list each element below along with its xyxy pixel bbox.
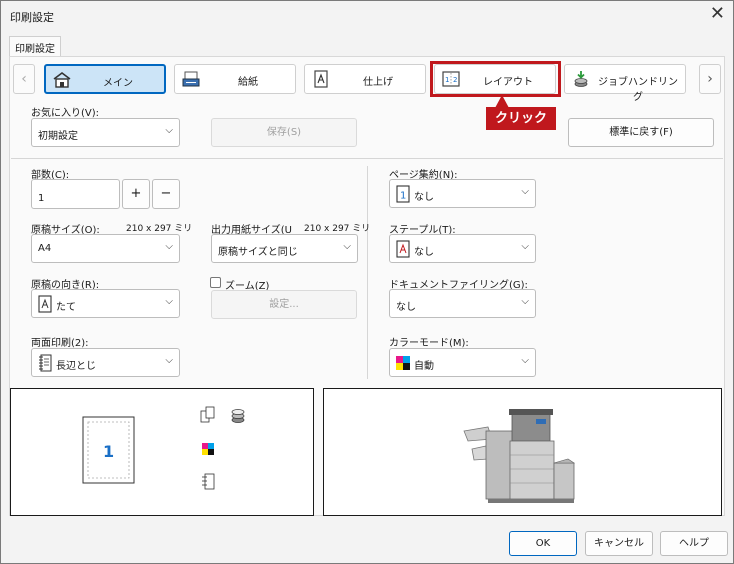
chevron-down-icon: ⌵	[521, 355, 529, 366]
chevron-down-icon: ⌵	[165, 355, 173, 366]
ribbon-next-button[interactable]: ›	[699, 64, 721, 94]
job-handling-icon	[574, 71, 588, 87]
copies-value: 1	[38, 193, 45, 204]
chevron-down-icon: ⌵	[521, 296, 529, 307]
print-settings-dialog: 印刷設定 ✕ 印刷設定 ‹ メイン 給紙 仕上げ 1 2 レイアウト ジョブハン…	[0, 0, 734, 564]
finishing-summary-icon	[200, 406, 215, 423]
ribbon-tab-paper[interactable]: 給紙	[174, 64, 296, 94]
portrait-page-icon	[38, 295, 52, 313]
one-up-icon: 1	[396, 185, 410, 203]
reset-defaults-button[interactable]: 標準に戻す(F)	[568, 118, 714, 147]
ribbon-tab-main[interactable]: メイン	[44, 64, 166, 94]
chevron-down-icon: ⌵	[165, 125, 173, 136]
chevron-down-icon: ⌵	[165, 241, 173, 252]
close-icon[interactable]: ✕	[710, 4, 725, 24]
no-staple-icon	[396, 240, 410, 258]
title-bar: 印刷設定 ✕	[1, 1, 733, 31]
favorites-value: 初期設定	[38, 131, 78, 142]
save-favorite-button[interactable]: 保存(S)	[211, 118, 357, 147]
n-up-select[interactable]: 1 なし ⌵	[389, 179, 536, 208]
chevron-down-icon: ⌵	[165, 296, 173, 307]
chevron-down-icon: ⌵	[521, 186, 529, 197]
staple-select[interactable]: なし ⌵	[389, 234, 536, 263]
zoom-settings-button[interactable]: 設定...	[211, 290, 357, 319]
original-size-select[interactable]: A4 ⌵	[31, 234, 180, 263]
zoom-checkbox[interactable]	[210, 277, 221, 288]
output-size-select[interactable]: 原稿サイズと同じ ⌵	[211, 234, 358, 263]
help-button[interactable]: ヘルプ	[660, 531, 728, 556]
window-title: 印刷設定	[10, 11, 54, 24]
chevron-down-icon: ⌵	[343, 241, 351, 252]
copies-decrement-button[interactable]: −	[152, 179, 180, 209]
color-mode-value: 自動	[414, 361, 434, 372]
duplex-select[interactable]: 長辺とじ ⌵	[31, 348, 180, 377]
svg-text:1: 1	[400, 191, 406, 202]
paper-tray-icon	[182, 71, 200, 87]
column-divider	[367, 166, 368, 379]
doc-filing-select[interactable]: なし ⌵	[389, 289, 536, 318]
orientation-select[interactable]: たて ⌵	[31, 289, 180, 318]
output-size-dimension: 210 x 297 ミリ	[304, 224, 371, 234]
duplex-label: 両面印刷(2):	[31, 338, 89, 349]
callout-label: クリック	[486, 107, 556, 130]
doc-filing-value: なし	[396, 302, 416, 313]
ribbon-tab-label: 仕上げ	[363, 77, 393, 88]
original-size-value: A4	[38, 243, 52, 254]
favorites-select[interactable]: 初期設定 ⌵	[31, 118, 180, 147]
color-mode-select[interactable]: 自動 ⌵	[389, 348, 536, 377]
long-edge-binding-icon	[39, 354, 52, 372]
cancel-button[interactable]: キャンセル	[585, 531, 653, 556]
tab-print-settings[interactable]: 印刷設定	[9, 36, 61, 57]
copies-increment-button[interactable]: +	[122, 179, 150, 209]
ok-button[interactable]: OK	[509, 531, 577, 556]
staple-value: なし	[414, 247, 434, 258]
orientation-value: たて	[56, 302, 76, 313]
dialog-tabstrip: 印刷設定	[1, 36, 733, 57]
ribbon-tab-label: ジョブハンドリング	[598, 77, 678, 103]
duplex-summary-icon	[202, 473, 215, 490]
copies-input[interactable]: 1	[31, 179, 120, 209]
color-summary-icon	[202, 443, 214, 455]
ribbon-tab-finishing[interactable]: 仕上げ	[304, 64, 426, 94]
finishing-icon	[314, 70, 328, 88]
ribbon-tab-label: メイン	[103, 78, 133, 89]
original-size-dimension: 210 x 297 ミリ	[126, 224, 193, 234]
output-size-value: 原稿サイズと同じ	[218, 247, 298, 258]
n-up-value: なし	[414, 192, 434, 203]
page-preview-canvas: 1	[82, 406, 245, 490]
chevron-down-icon: ⌵	[521, 241, 529, 252]
color-auto-icon	[396, 356, 410, 370]
callout-highlight-box	[430, 61, 561, 97]
preview-page-number: 1	[103, 442, 114, 461]
ribbon-tab-label: 給紙	[238, 77, 258, 88]
page-preview: 1	[10, 388, 314, 516]
printer-illustration	[463, 409, 575, 503]
duplex-value: 長辺とじ	[56, 361, 96, 372]
stack-summary-icon	[231, 409, 245, 423]
favorites-label: お気に入り(V):	[31, 108, 100, 119]
section-divider	[11, 158, 723, 159]
ribbon-prev-button[interactable]: ‹	[13, 64, 35, 94]
home-icon	[53, 72, 71, 88]
printer-preview	[323, 388, 722, 516]
ribbon-tab-job-handling[interactable]: ジョブハンドリング	[564, 64, 686, 103]
color-mode-label: カラーモード(M):	[389, 338, 469, 349]
